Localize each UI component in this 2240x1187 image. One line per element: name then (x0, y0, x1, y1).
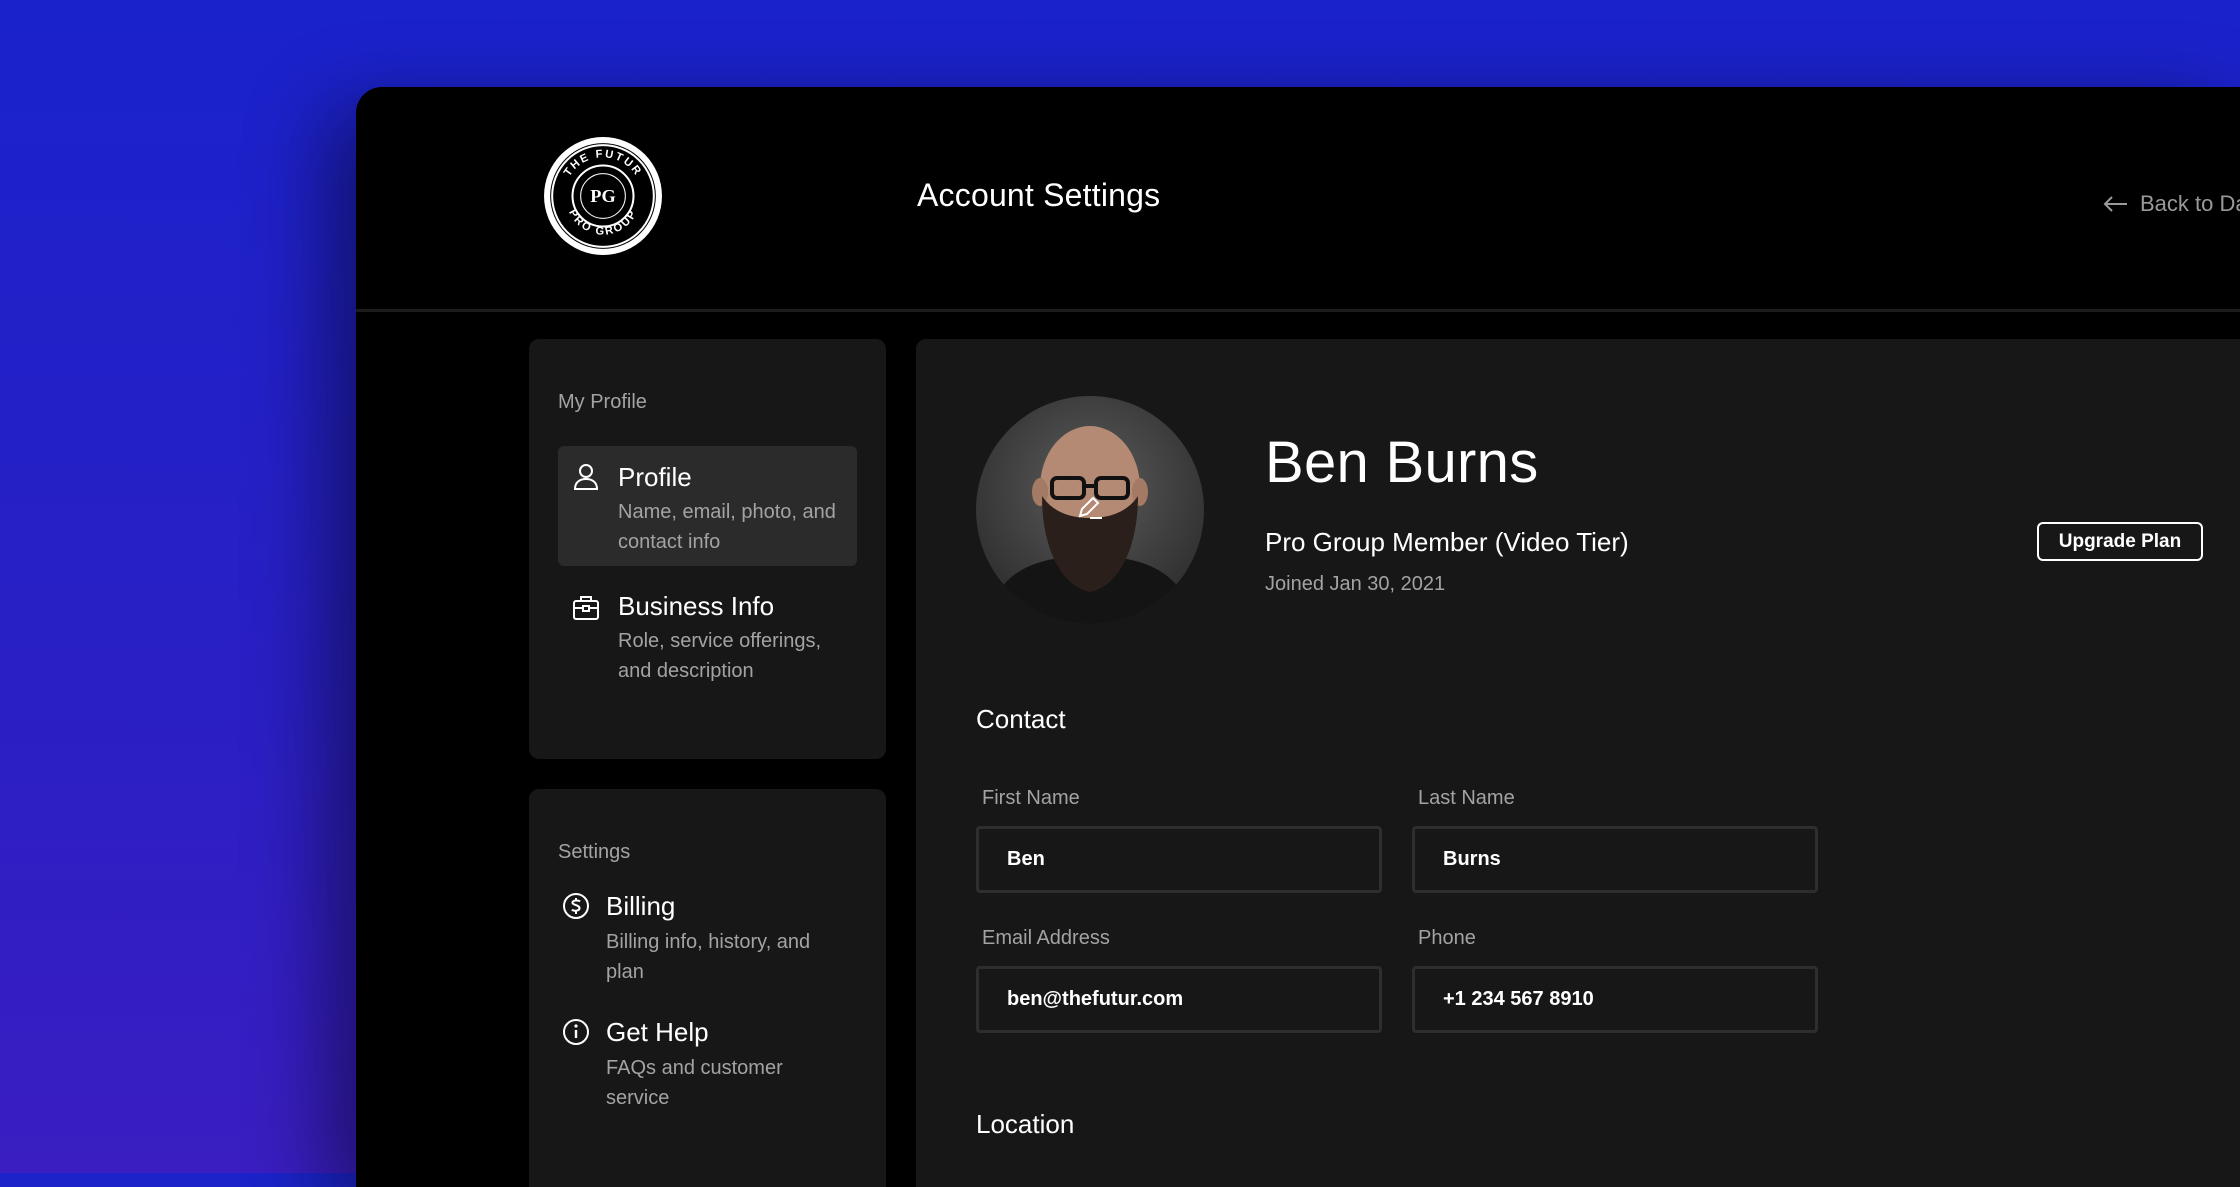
avatar[interactable] (976, 396, 1204, 624)
profile-nav-card: My Profile Profile Name, email, photo, a… (529, 339, 886, 759)
sidebar-item-profile[interactable]: Profile Name, email, photo, and contact … (558, 446, 857, 566)
membership-tier: Pro Group Member (Video Tier) (1265, 527, 1629, 557)
joined-date: Joined Jan 30, 2021 (1265, 573, 1446, 595)
sidebar-item-business-info-desc: Role, service offerings, and description (618, 630, 822, 682)
svg-text:PG: PG (590, 186, 615, 206)
sidebar-item-billing-desc: Billing info, history, and plan (606, 931, 811, 983)
page-title: Account Settings (917, 177, 1161, 213)
my-profile-section-label: My Profile (558, 391, 647, 413)
sidebar-item-get-help-desc: FAQs and customer service (606, 1057, 783, 1109)
sidebar-item-get-help[interactable]: Get Help FAQs and customer service (558, 1015, 857, 1125)
phone-input[interactable] (1412, 966, 1818, 1033)
first-name-input[interactable] (976, 826, 1382, 893)
upgrade-plan-button[interactable]: Upgrade Plan (2037, 522, 2203, 561)
briefcase-icon (573, 596, 599, 620)
sidebar-item-billing[interactable]: Billing Billing info, history, and plan (558, 889, 857, 999)
back-to-dashboard-link[interactable]: Back to Da (2102, 191, 2240, 217)
top-header: PG THE FUTUR PRO GROUP Account Settings … (356, 87, 2240, 312)
email-input[interactable] (976, 966, 1382, 1033)
sidebar-item-profile-desc: Name, email, photo, and contact info (618, 501, 836, 553)
last-name-input[interactable] (1412, 826, 1818, 893)
back-link-label: Back to Da (2140, 191, 2240, 216)
dollar-circle-icon (563, 893, 589, 919)
user-icon (573, 464, 599, 490)
sidebar-item-business-info-title: Business Info (618, 591, 775, 621)
settings-nav-card: Settings Billing Billing info, history, … (529, 789, 886, 1187)
sidebar-item-business-info[interactable]: Business Info Role, service offerings, a… (558, 579, 857, 689)
avatar-photo (976, 396, 1204, 624)
first-name-label: First Name (982, 787, 1080, 809)
last-name-label: Last Name (1418, 787, 1515, 809)
app-window: PG THE FUTUR PRO GROUP Account Settings … (356, 87, 2240, 1187)
sidebar-item-profile-title: Profile (618, 462, 692, 492)
contact-heading: Contact (976, 704, 1066, 734)
pro-group-logo[interactable]: PG THE FUTUR PRO GROUP (542, 135, 664, 257)
arrow-left-icon (2103, 196, 2127, 212)
sidebar-item-billing-title: Billing (606, 891, 676, 921)
user-name: Ben Burns (1265, 430, 1539, 495)
info-circle-icon (563, 1019, 589, 1045)
location-heading: Location (976, 1109, 1075, 1139)
settings-section-label: Settings (558, 841, 631, 863)
email-label: Email Address (982, 927, 1110, 949)
sidebar-item-get-help-title: Get Help (606, 1017, 709, 1047)
profile-main-card: Ben Burns Pro Group Member (Video Tier) … (916, 339, 2240, 1187)
phone-label: Phone (1418, 927, 1476, 949)
